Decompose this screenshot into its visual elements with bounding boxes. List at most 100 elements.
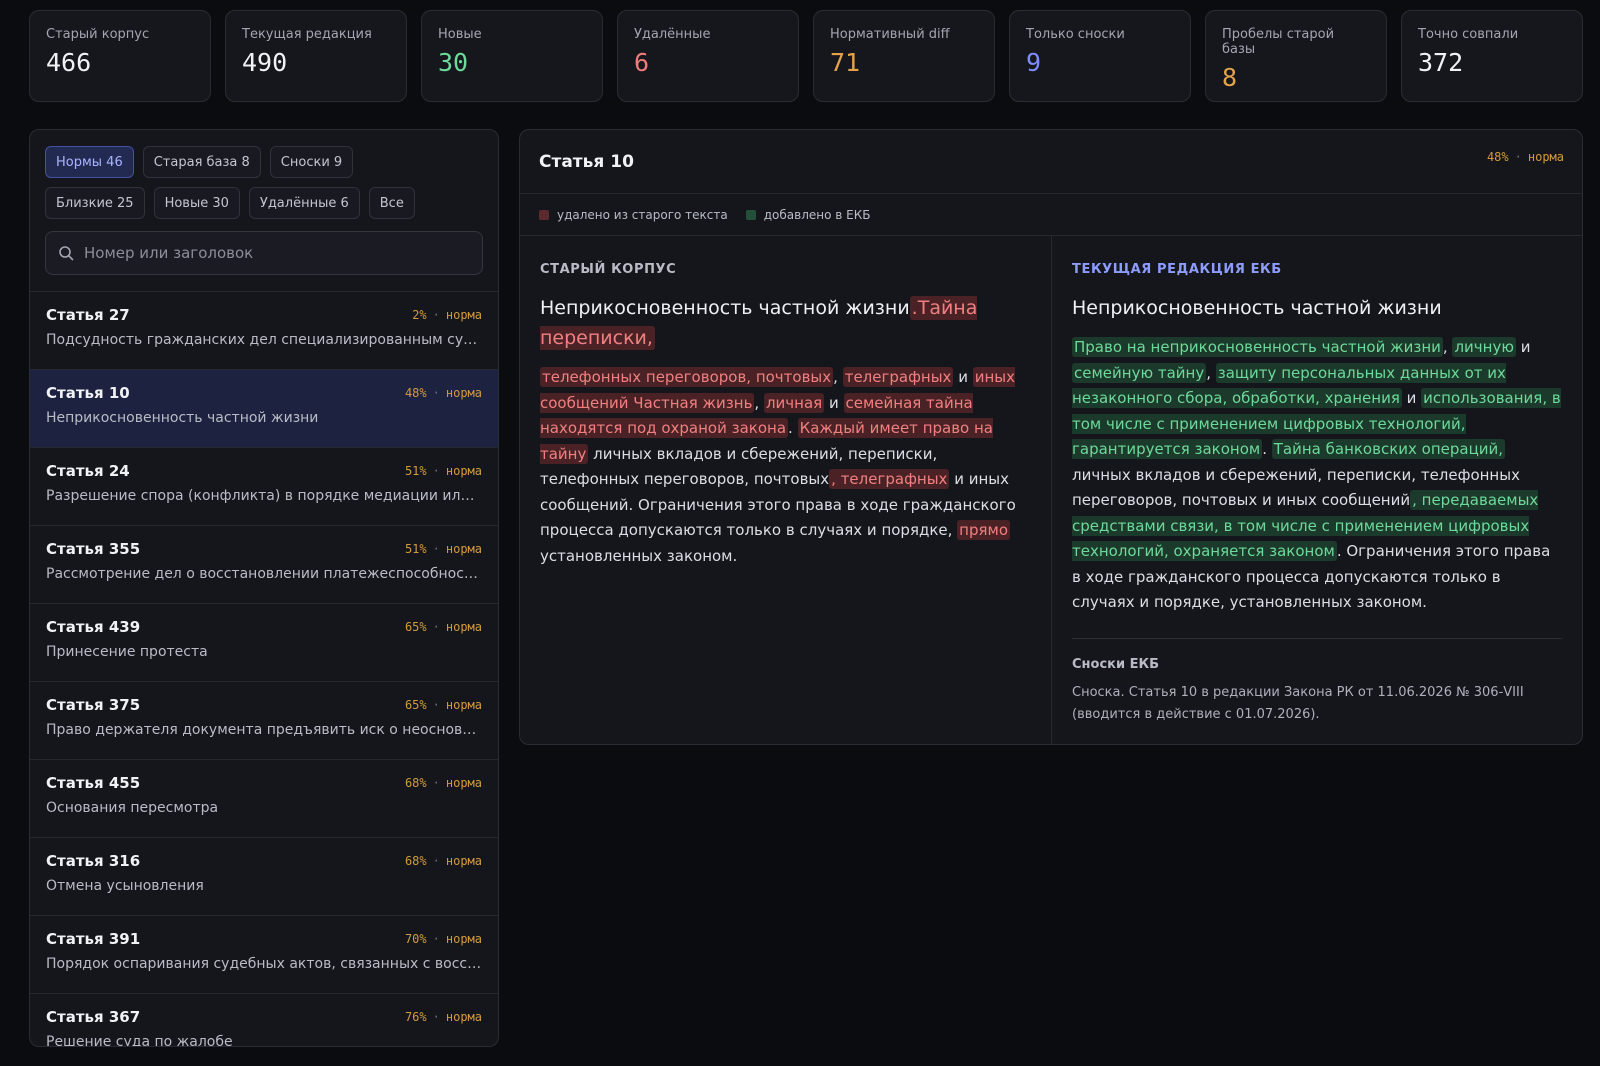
deleted-fragment: телефонных переговоров, почтовых	[540, 367, 834, 387]
list-item-subtitle: Неприкосновенность частной жизни	[46, 410, 319, 426]
search-icon	[59, 246, 74, 261]
new-column-title: ТЕКУЩАЯ РЕДАКЦИЯ ЕКБ	[1072, 262, 1282, 277]
filter-chip[interactable]: Удалённые 6	[248, 187, 360, 219]
list-item-meta: 70% · норма	[404, 932, 482, 946]
list-item-subtitle: Решение суда по жалобе	[46, 1034, 233, 1047]
stat-card: Старый корпус 466	[29, 10, 211, 102]
list-item[interactable]: Статья 455 68% · норма Основания пересмотра	[30, 760, 498, 838]
list-item-subtitle: Отмена усыновления	[46, 878, 204, 894]
text-fragment: ,	[1206, 363, 1216, 382]
text-fragment: Неприкосновенность частной жизни	[1072, 297, 1442, 319]
diff-meta: 48% · норма	[1486, 150, 1564, 164]
stat-card: Нормативный diff 71	[813, 10, 995, 102]
list-item-meta: 76% · норма	[404, 1010, 482, 1024]
text-fragment: и	[1401, 389, 1422, 407]
filter-chip[interactable]: Все	[368, 187, 415, 219]
stat-value: 9	[1026, 48, 1042, 77]
stat-value: 8	[1222, 63, 1238, 92]
list-item[interactable]: Статья 355 51% · норма Рассмотрение дел о во…	[30, 526, 498, 604]
list-item-title: Статья 375	[46, 696, 141, 714]
article-list: Статья 27 2% · норма Подсудность гражданских…	[30, 291, 498, 1047]
list-item-title: Статья 10	[46, 384, 130, 402]
list-item-title: Статья 27	[46, 306, 130, 324]
stat-card: Точно совпали 372	[1401, 10, 1583, 102]
stat-label: Старый корпус	[46, 27, 150, 42]
stat-label: Текущая редакция	[242, 27, 372, 42]
stat-label: Удалённые	[634, 27, 711, 42]
list-item-kind: норма	[445, 386, 482, 400]
deleted-fragment: , телеграфных	[829, 469, 950, 489]
text-fragment: Неприкосновенность частной жизни	[540, 297, 910, 319]
stats-row: Старый корпус 466 Текущая редакция 490 Новые…	[29, 10, 1583, 102]
new-text: Право на неприкосновенность частной жизн…	[1072, 335, 1562, 616]
list-item-kind: норма	[445, 308, 482, 322]
list-item[interactable]: Статья 316 68% · норма Отмена усыновления	[30, 838, 498, 916]
search-input[interactable]	[84, 244, 464, 262]
filter-chip[interactable]: Нормы 46	[45, 146, 134, 178]
stat-label: Только сноски	[1026, 27, 1125, 42]
added-fragment: Право на неприкосновенность частной жизн…	[1072, 337, 1443, 357]
stat-label: Нормативный diff	[830, 27, 950, 42]
list-item-kind: норма	[445, 698, 482, 712]
deleted-fragment: прямо	[957, 520, 1011, 540]
text-fragment: .	[788, 419, 798, 437]
list-item-meta: 65% · норма	[404, 698, 482, 712]
footnote-text: Сноска. Статья 10 в редакции Закона РК о…	[1072, 684, 1524, 722]
stat-label: Пробелы старой базы	[1222, 27, 1335, 57]
list-item-title: Статья 24	[46, 462, 130, 480]
list-item-kind: норма	[445, 542, 482, 556]
list-item-kind: норма	[445, 464, 482, 478]
old-heading: Неприкосновенность частной жизни .Тайна п…	[540, 293, 1031, 353]
new-column: ТЕКУЩАЯ РЕДАКЦИЯ ЕКБ Неприкосновенность …	[1051, 236, 1582, 744]
list-item[interactable]: Статья 391 70% · норма Порядок оспаривания с…	[30, 916, 498, 994]
old-text: телефонных переговоров, почтовых, телегр…	[540, 365, 1031, 569]
filter-chip[interactable]: Сноски 9	[269, 146, 354, 178]
list-item-subtitle: Рассмотрение дел о восстановлении платеж…	[46, 566, 482, 582]
text-fragment: ,	[833, 368, 843, 386]
list-item-percent: 51%	[404, 464, 427, 478]
stat-card: Пробелы старой базы 8	[1205, 10, 1387, 102]
list-item-percent: 76%	[404, 1010, 427, 1024]
list-item[interactable]: Статья 367 76% · норма Решение суда по жалоб…	[30, 994, 498, 1047]
legend-deleted: удалено из старого текста	[539, 208, 728, 222]
list-item[interactable]: Статья 24 51% · норма Разрешение спора (конф…	[30, 448, 498, 526]
stat-label: Точно совпали	[1418, 27, 1519, 42]
deleted-fragment: личная	[763, 392, 825, 413]
filter-chip[interactable]: Старая база 8	[142, 146, 261, 178]
filter-chip[interactable]: Близкие 25	[45, 187, 145, 219]
filter-chips: Нормы 46 Старая база 8 Сноски 9 Близкие 25 Н…	[30, 130, 450, 219]
diff-header: Статья 10 48% · норма	[520, 130, 1582, 194]
stat-value: 372	[1418, 48, 1464, 77]
list-item-meta: 68% · норма	[404, 854, 482, 868]
text-fragment: и	[824, 393, 844, 412]
text-fragment: и	[953, 368, 973, 386]
article-list-panel: Нормы 46 Старая база 8 Сноски 9 Близкие 25 Н…	[29, 129, 499, 1047]
deleted-fragment: телеграфных	[842, 367, 954, 387]
list-item[interactable]: Статья 375 65% · норма Право держателя докум…	[30, 682, 498, 760]
list-item-kind: норма	[445, 854, 482, 868]
stat-card: Только сноски 9	[1009, 10, 1191, 102]
list-item-subtitle: Подсудность гражданских дел специализиро…	[46, 332, 482, 348]
list-item-percent: 65%	[404, 620, 427, 634]
text-fragment: установленных законом.	[540, 546, 738, 565]
filter-chip[interactable]: Новые 30	[153, 187, 240, 219]
list-item[interactable]: Статья 439 65% · норма Принесение протеста	[30, 604, 498, 682]
list-item-meta: 51% · норма	[404, 542, 482, 556]
stat-value: 30	[438, 48, 469, 77]
added-fragment: личную	[1452, 337, 1516, 357]
added-fragment: Тайна банковских операций,	[1271, 439, 1506, 459]
stat-value: 71	[830, 48, 861, 77]
list-item[interactable]: Статья 10 48% · норма Неприкосновенность час…	[30, 370, 498, 448]
stat-label: Новые	[438, 27, 482, 42]
list-item-subtitle: Право держателя документа предъявить иск…	[46, 722, 482, 738]
list-item-subtitle: Разрешение спора (конфликта) в порядке м…	[46, 488, 482, 504]
stat-card: Новые 30	[421, 10, 603, 102]
list-item[interactable]: Статья 27 2% · норма Подсудность гражданских…	[30, 292, 498, 370]
list-item-percent: 68%	[404, 854, 427, 868]
list-item-percent: 48%	[404, 386, 427, 400]
footnote-title: Сноски ЕКБ	[1072, 656, 1160, 672]
list-item-meta: 65% · норма	[404, 620, 482, 634]
list-item-title: Статья 439	[46, 618, 141, 636]
list-item-kind: норма	[445, 1010, 482, 1024]
search-box[interactable]	[45, 231, 483, 275]
